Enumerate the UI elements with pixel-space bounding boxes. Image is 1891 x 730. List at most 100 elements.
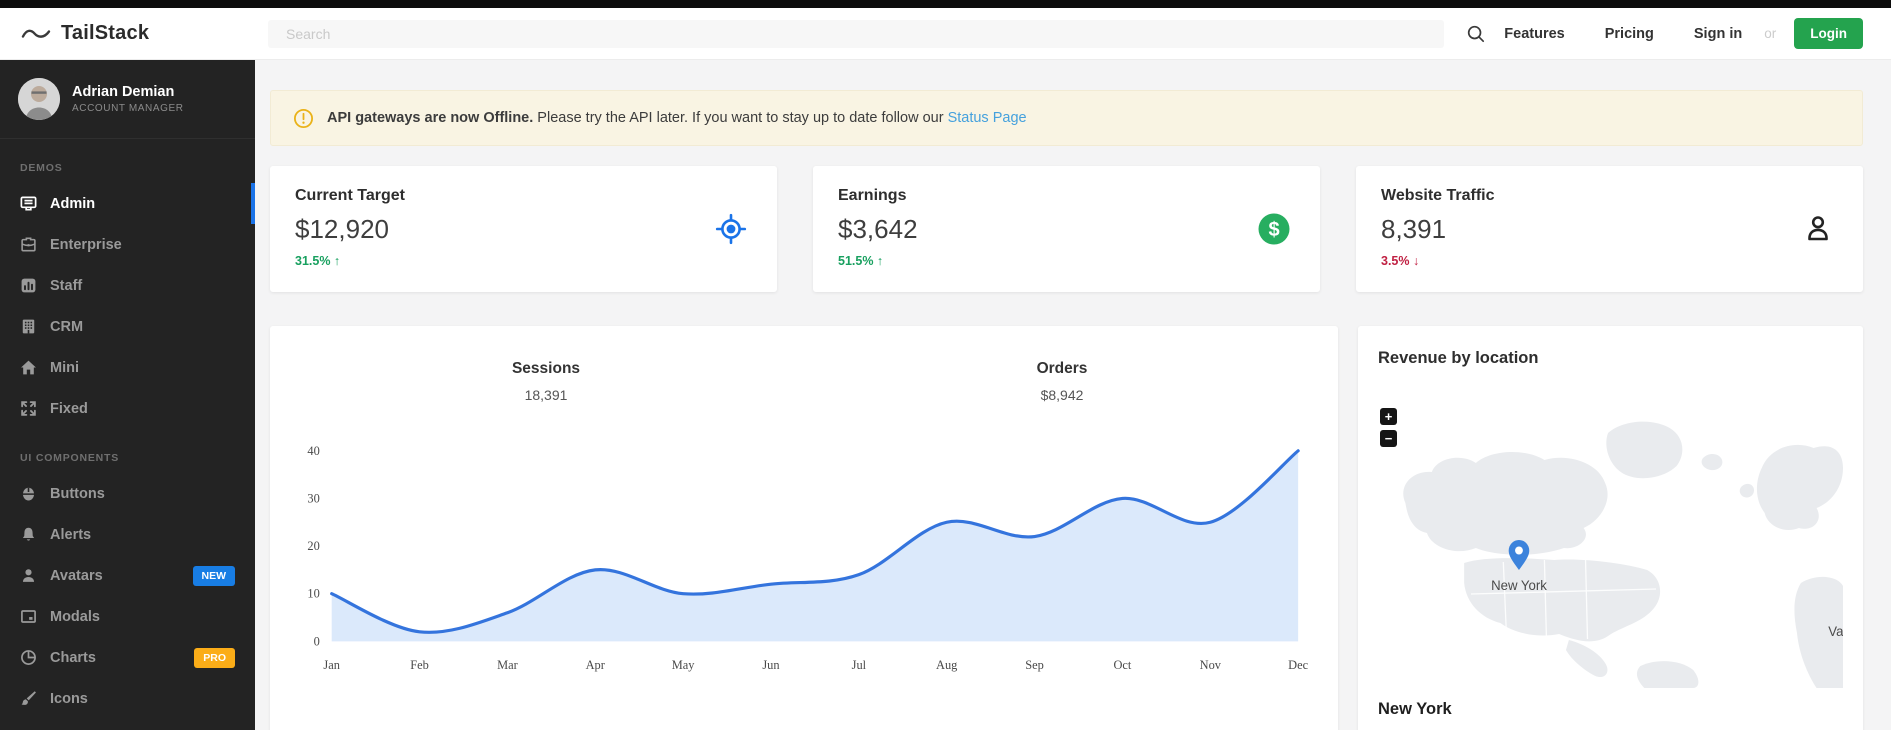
bell-icon [20,526,37,543]
map-edge-label: Va [1828,624,1843,639]
sidebar-item-label: Charts [50,649,96,666]
expand-icon [20,400,37,417]
user-icon [1798,210,1836,253]
revenue-city-row: New York [1378,700,1452,718]
stat-delta: 3.5% ↓ [1381,254,1420,268]
brush-icon [20,690,37,707]
stat-card-earnings: Earnings $3,642 51.5% ↑ $ [813,166,1320,292]
sidebar-item-admin[interactable]: Admin [0,183,255,224]
sidebar-item-label: Buttons [50,485,105,502]
metric-label: Orders [1036,360,1088,377]
sidebar-item-modals[interactable]: Modals [0,596,255,637]
sidebar-item-fixed[interactable]: Fixed [0,388,255,429]
zoom-out-button[interactable]: − [1380,430,1397,447]
target-icon [712,210,750,253]
landmass-uk [1739,483,1755,498]
sidebar-badge: PRO [194,647,235,668]
offline-alert: API gateways are now Offline. Please try… [270,90,1863,146]
svg-text:May: May [672,658,696,672]
sidebar-item-icons[interactable]: Icons [0,678,255,719]
briefcase-icon [20,236,37,253]
svg-text:Sep: Sep [1025,658,1044,672]
sidebar-item-crm[interactable]: CRM [0,306,255,347]
user-name: Adrian Demian [72,84,175,100]
stat-title: Earnings [838,187,907,204]
sidebar-item-staff[interactable]: Staff [0,265,255,306]
wave-logo-icon [20,24,52,44]
stat-title: Website Traffic [1381,187,1495,204]
area-chart-svg: 0 10 20 30 40 Jan Feb Mar Apr May Jun Jul Aug Sep Oct N… [307,444,1308,672]
main-content: API gateways are now Offline. Please try… [255,60,1891,730]
window-icon [20,608,37,625]
sidebar-menu: DEMOS Admin Enterprise Staff CRM Mini Fixed UI … [0,139,255,719]
top-black-strip [0,0,1891,8]
world-map: + − New York Va [1378,408,1843,688]
chart-metrics: Sessions 18,391 Orders $8,942 [288,360,1320,403]
svg-text:Jun: Jun [762,658,779,672]
svg-text:Feb: Feb [410,658,429,672]
sidebar-badge: NEW [192,565,235,586]
svg-text:Apr: Apr [586,658,606,672]
sidebar-item-mini[interactable]: Mini [0,347,255,388]
brand-name: TailStack [61,22,150,44]
mouse-icon [20,485,37,502]
sessions-orders-card: Sessions 18,391 Orders $8,942 0 10 20 30 40 J… [270,326,1338,730]
sidebar-item-alerts[interactable]: Alerts [0,514,255,555]
sidebar-item-avatars[interactable]: Avatars NEW [0,555,255,596]
sidebar-item-buttons[interactable]: Buttons [0,473,255,514]
map-title: Revenue by location [1378,349,1539,367]
stats-row: Current Target $12,920 31.5% ↑ Earnings $3,6… [270,166,1863,292]
map-zoom-controls: + − [1380,408,1397,447]
metric-value: $8,942 [1040,387,1084,403]
pie-chart-icon [20,649,37,666]
revenue-map-card: Revenue by location + − New York Va New … [1358,326,1863,730]
search-icon[interactable] [1466,24,1486,44]
warning-icon [293,108,314,129]
metric-sessions: Sessions 18,391 [288,360,804,403]
active-indicator [251,183,255,224]
search-input[interactable] [268,19,1445,48]
stat-card-website-traffic: Website Traffic 8,391 3.5% ↓ [1356,166,1863,292]
sidebar-user[interactable]: Adrian Demian ACCOUNT MANAGER [0,60,255,139]
or-text: or [1764,26,1777,41]
metric-value: 18,391 [524,387,568,403]
svg-text:20: 20 [307,539,319,553]
navbar: TailStack Features Pricing Sign in or Lo… [0,8,1891,60]
sessions-area-chart: 0 10 20 30 40 Jan Feb Mar Apr May Jun Jul Aug Sep Oct N… [288,427,1320,682]
svg-text:$: $ [1268,219,1279,241]
sidebar-item-label: Fixed [50,400,88,417]
nav-link-features[interactable]: Features [1504,26,1564,42]
brand[interactable]: TailStack [20,22,268,45]
svg-text:Aug: Aug [936,658,957,672]
alert-body: Please try the API later. If you want to… [533,110,948,126]
stat-card-current-target: Current Target $12,920 31.5% ↑ [270,166,777,292]
status-page-link[interactable]: Status Page [948,110,1027,126]
sidebar-item-enterprise[interactable]: Enterprise [0,224,255,265]
user-role: ACCOUNT MANAGER [72,103,184,114]
world-map-svg: New York Va [1403,421,1843,688]
svg-text:Dec: Dec [1288,658,1308,672]
nav-link-signin[interactable]: Sign in [1694,26,1742,42]
metric-label: Sessions [511,360,581,377]
person-icon [20,567,37,584]
home-icon [20,359,37,376]
avatar [18,78,60,120]
zoom-in-button[interactable]: + [1380,408,1397,425]
nav-link-pricing[interactable]: Pricing [1605,26,1654,42]
nav-links: Features Pricing Sign in [1504,26,1742,42]
bar-chart-icon [20,277,37,294]
sidebar-item-label: Admin [50,195,96,212]
svg-text:Oct: Oct [1113,658,1131,672]
alert-text: API gateways are now Offline. Please try… [327,110,1027,126]
sidebar-item-charts[interactable]: Charts PRO [0,637,255,678]
sidebar-item-label: Modals [50,608,100,625]
sidebar-item-label: CRM [50,318,84,335]
landmass-south-america [1636,661,1699,688]
sidebar-item-label: Staff [50,277,83,294]
landmass-canada [1403,452,1608,555]
stat-value: $3,642 [838,214,918,244]
login-button[interactable]: Login [1794,18,1863,49]
sidebar: Adrian Demian ACCOUNT MANAGER DEMOS Admin… [0,60,255,730]
stat-value: 8,391 [1381,214,1447,244]
sidebar-item-label: Icons [50,690,88,707]
